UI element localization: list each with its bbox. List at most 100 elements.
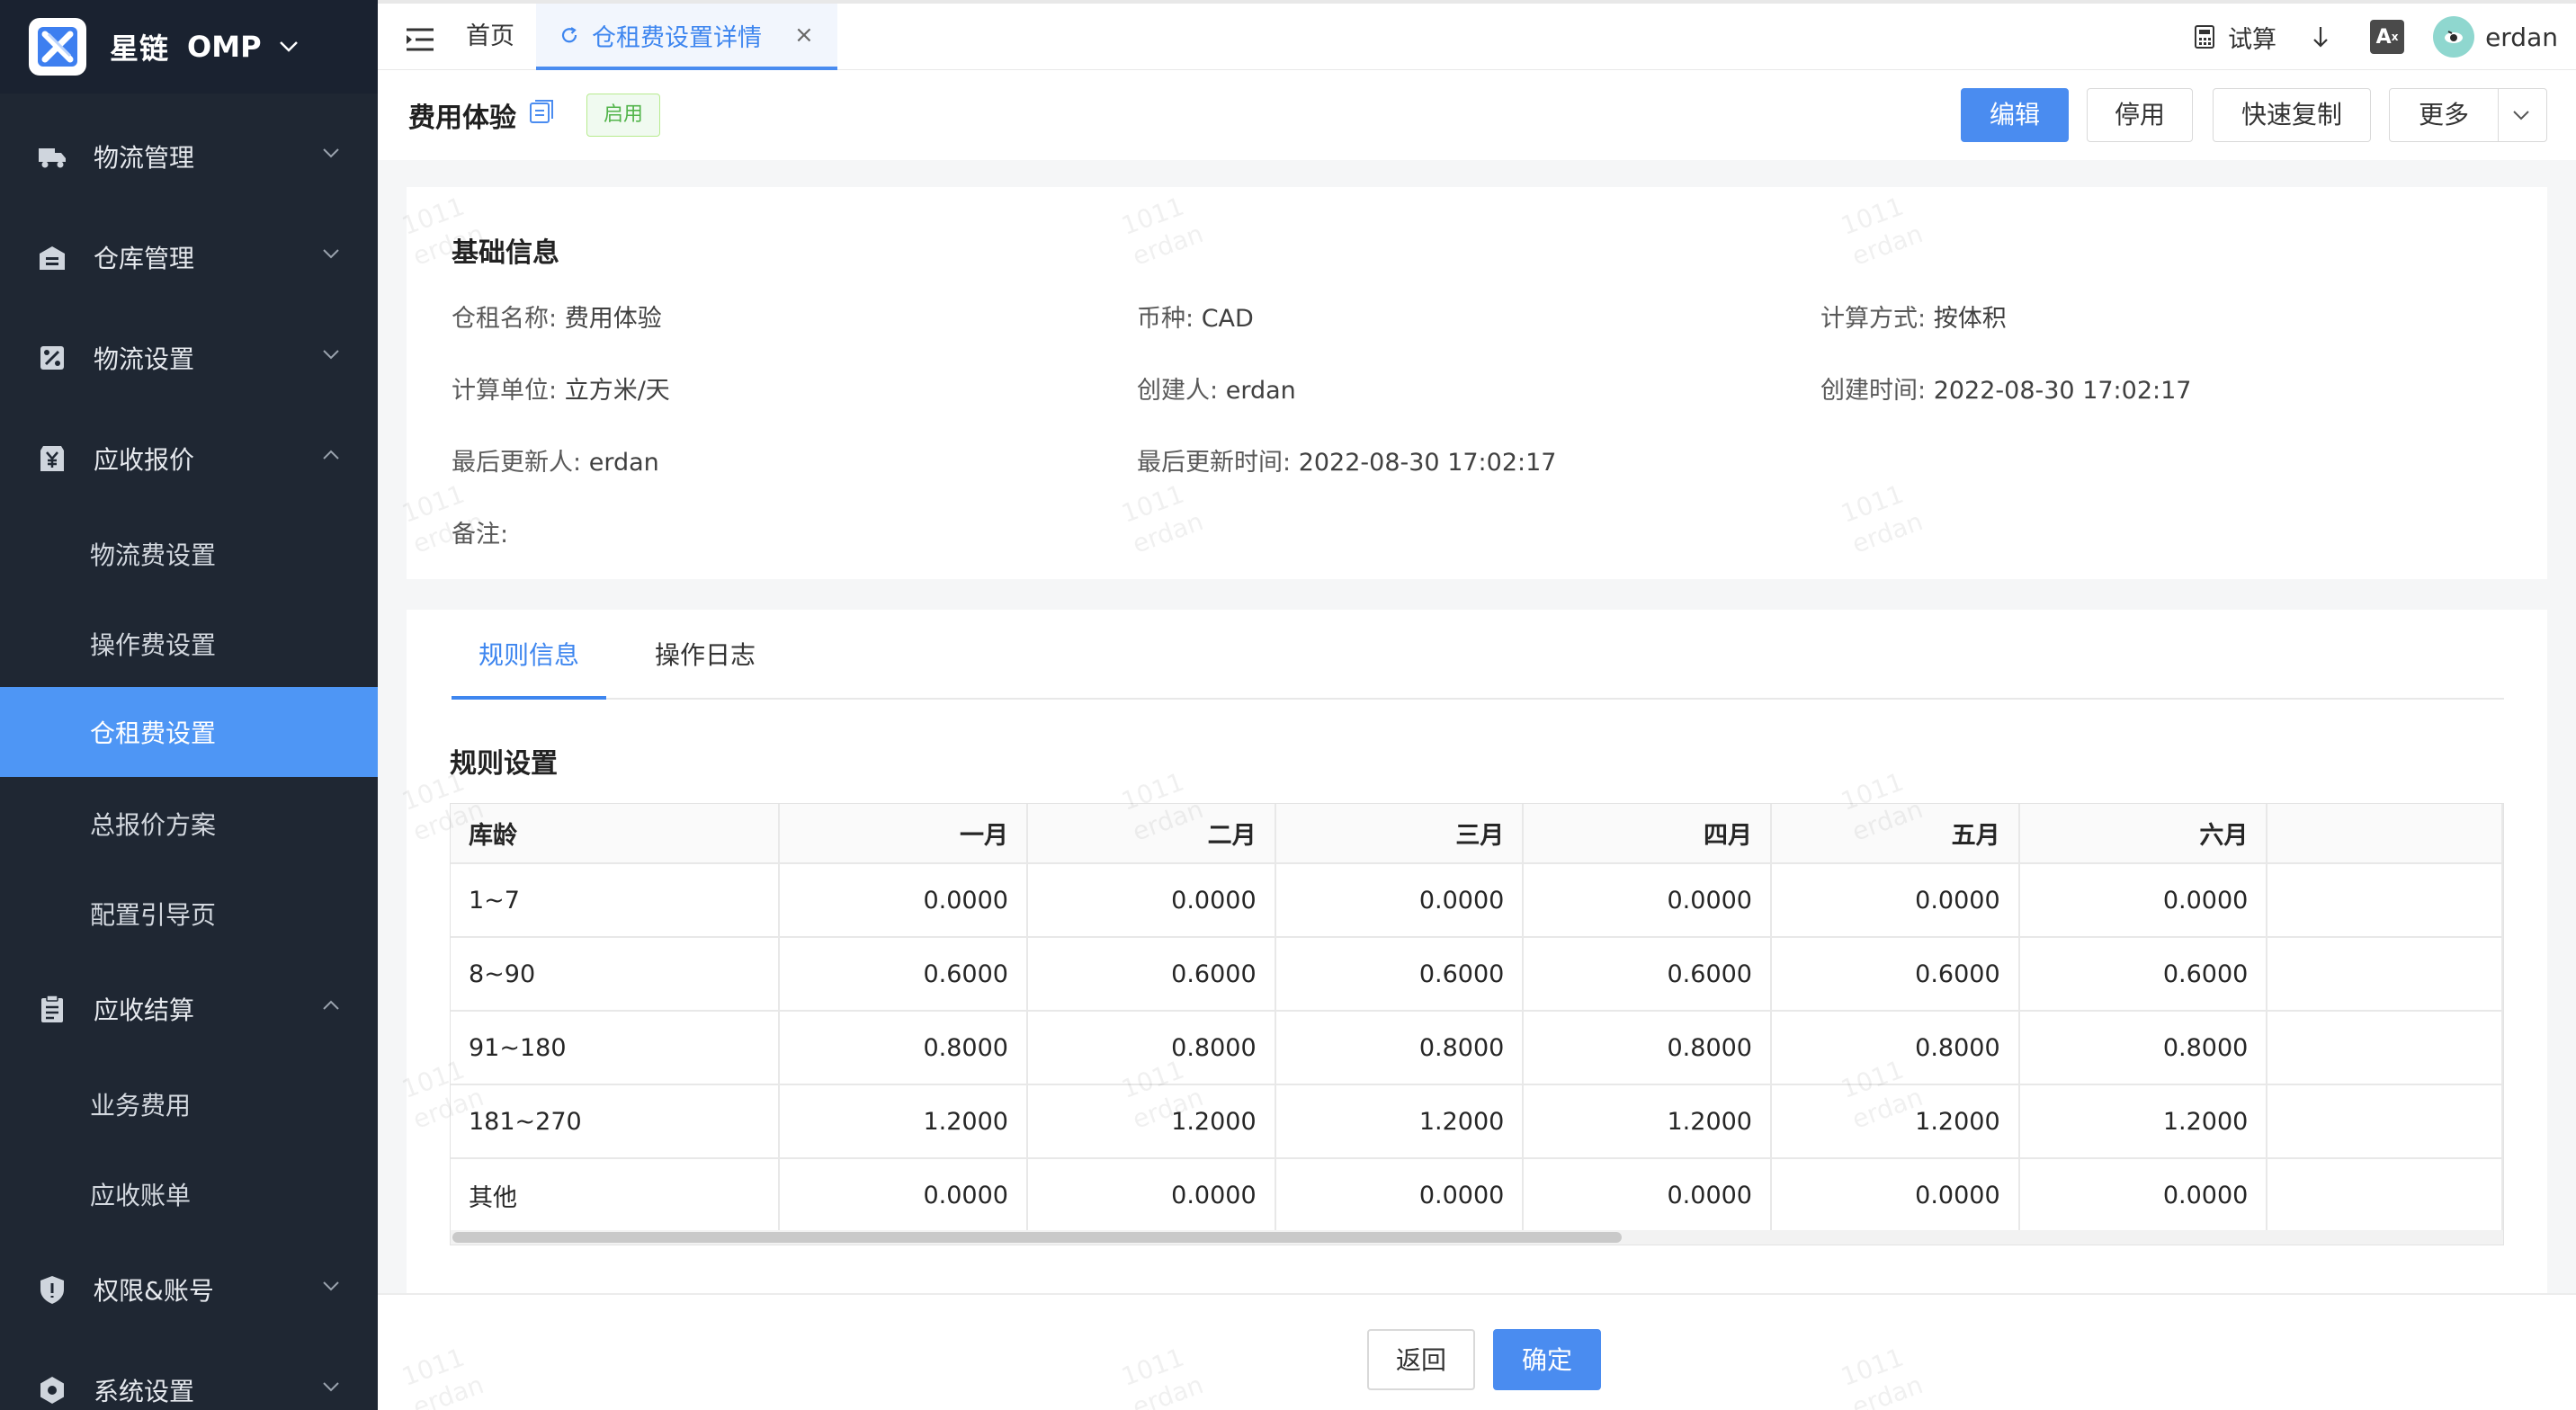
table-row: 181~270 1.2000 1.2000 1.2000 1.2000 1.20… xyxy=(451,1084,2503,1159)
download-icon[interactable] xyxy=(2311,24,2330,49)
page-header: 费用体验 启用 编辑 停用 快速复制 更多 xyxy=(378,70,2576,160)
trial-label: 试算 xyxy=(2228,25,2277,54)
tab-label: 仓租费设置详情 xyxy=(592,23,762,52)
settings-box-icon xyxy=(40,346,64,370)
column-header: 三月 xyxy=(1275,804,1525,864)
close-icon[interactable]: × xyxy=(794,22,814,49)
table-row: 8~90 0.6000 0.6000 0.6000 0.6000 0.6000 … xyxy=(451,937,2503,1012)
sidebar-item-label: 权限&账号 xyxy=(94,1276,214,1306)
rules-table-grid: 库龄 一月 二月 三月 四月 五月 六月 1~7 0.0000 0.0000 0… xyxy=(451,804,2503,1233)
sidebar-item-label: 应收账单 xyxy=(90,1181,192,1210)
sidebar-item-logistics-management[interactable]: 物流管理 xyxy=(0,112,378,201)
table-cell: 1.2000 xyxy=(1523,1084,1772,1159)
username[interactable]: erdan xyxy=(2485,22,2558,52)
menu-fold-icon[interactable] xyxy=(405,27,435,52)
confirm-button-label: 确定 xyxy=(1521,1345,1572,1375)
field-value: erdan xyxy=(1225,377,1296,405)
chevron-up-icon xyxy=(323,450,339,460)
sidebar-item-label: 操作费设置 xyxy=(90,630,217,660)
quick-copy-button[interactable]: 快速复制 xyxy=(2213,88,2371,142)
table-cell: 1.2000 xyxy=(1026,1084,1276,1159)
brand-switcher[interactable]: 星链 OMP xyxy=(0,0,378,94)
table-cell: 0.8000 xyxy=(1026,1011,1276,1085)
table-cell: 1.2000 xyxy=(1770,1084,2020,1159)
sidebar-item-label: 应收报价 xyxy=(94,445,195,475)
table-cell: 0.0000 xyxy=(1523,863,1772,938)
field-label: 币种: xyxy=(1137,305,1194,333)
confirm-button[interactable]: 确定 xyxy=(1493,1329,1601,1390)
field-value: 费用体验 xyxy=(564,305,662,333)
tab-label: 规则信息 xyxy=(478,640,579,670)
field-value: CAD xyxy=(1201,305,1254,333)
sidebar-item-logistics-settings[interactable]: 物流设置 xyxy=(0,313,378,403)
table-cell: 91~180 xyxy=(451,1011,781,1085)
field-calc-unit: 计算单位: 立方米/天 xyxy=(452,370,670,406)
sidebar-item-receivable-settlement[interactable]: 应收结算 xyxy=(0,964,378,1054)
sidebar-item-system-settings[interactable]: 系统设置 xyxy=(0,1345,378,1410)
field-value: erdan xyxy=(588,449,659,477)
sidebar-item-config-guide[interactable]: 配置引导页 xyxy=(0,869,378,959)
sidebar-item-receivable-bill[interactable]: 应收账单 xyxy=(0,1149,378,1239)
brand-product: OMP xyxy=(187,30,262,64)
calculator-icon xyxy=(2195,25,2215,49)
page-title: 费用体验 xyxy=(408,103,516,134)
table-cell: 0.0000 xyxy=(1026,863,1276,938)
back-button[interactable]: 返回 xyxy=(1367,1329,1475,1390)
tab-home[interactable]: 首页 xyxy=(466,4,514,70)
column-header: 六月 xyxy=(2018,804,2268,864)
field-value: 2022-08-30 17:02:17 xyxy=(1933,377,2192,405)
tab-operation-log[interactable]: 操作日志 xyxy=(628,611,783,700)
table-row: 1~7 0.0000 0.0000 0.0000 0.0000 0.0000 0… xyxy=(451,863,2503,938)
field-label: 创建人: xyxy=(1137,377,1219,405)
field-value: 按体积 xyxy=(1933,305,2007,333)
table-cell-overflow xyxy=(2267,1084,2503,1159)
field-storage-name: 仓租名称: 费用体验 xyxy=(452,299,662,334)
sidebar-item-quote-plan[interactable]: 总报价方案 xyxy=(0,779,378,869)
scrollbar-thumb[interactable] xyxy=(452,1232,1622,1243)
warehouse-icon xyxy=(40,246,65,270)
language-icon[interactable]: Ax xyxy=(2370,20,2405,54)
table-header-row: 库龄 一月 二月 三月 四月 五月 六月 xyxy=(451,804,2503,864)
table-cell: 0.6000 xyxy=(1523,937,1772,1012)
table-row: 91~180 0.8000 0.8000 0.8000 0.8000 0.800… xyxy=(451,1011,2503,1085)
horizontal-scrollbar[interactable] xyxy=(451,1230,2503,1245)
trial-calc-button[interactable]: 试算 xyxy=(2194,20,2276,55)
sidebar-item-warehouse-management[interactable]: 仓库管理 xyxy=(0,212,378,302)
chevron-down-icon xyxy=(323,350,339,360)
column-header: 库龄 xyxy=(451,804,781,864)
table-cell: 其他 xyxy=(451,1158,781,1233)
sidebar-item-label: 应收结算 xyxy=(94,995,195,1025)
sidebar-item-label: 业务费用 xyxy=(90,1091,192,1120)
chevron-down-icon[interactable] xyxy=(2498,89,2543,141)
table-cell: 1~7 xyxy=(451,863,781,938)
tab-label: 操作日志 xyxy=(654,640,756,670)
table-cell: 0.0000 xyxy=(2018,1158,2268,1233)
field-value: 立方米/天 xyxy=(564,377,670,405)
sidebar-item-logistics-fee[interactable]: 物流费设置 xyxy=(0,509,378,599)
avatar[interactable] xyxy=(2433,16,2475,58)
table-cell: 0.0000 xyxy=(1523,1158,1772,1233)
copy-icon[interactable] xyxy=(527,97,556,126)
table-cell: 0.8000 xyxy=(1770,1011,2020,1085)
sidebar-item-storage-fee[interactable]: 仓租费设置 xyxy=(0,687,378,777)
sidebar-item-label: 物流管理 xyxy=(94,143,195,173)
sidebar-item-permissions[interactable]: 权限&账号 xyxy=(0,1245,378,1334)
sidebar-item-receivable-quote[interactable]: 应收报价 xyxy=(0,414,378,504)
more-dropdown-button[interactable]: 更多 xyxy=(2389,88,2547,142)
tab-storage-fee-detail[interactable]: 仓租费设置详情 × xyxy=(536,4,837,70)
column-header: 四月 xyxy=(1523,804,1772,864)
disable-button[interactable]: 停用 xyxy=(2087,88,2193,142)
basic-info-panel xyxy=(407,187,2547,579)
column-header-overflow xyxy=(2267,804,2503,864)
yen-icon xyxy=(40,446,64,471)
table-cell: 0.8000 xyxy=(779,1011,1028,1085)
sidebar-item-operation-fee[interactable]: 操作费设置 xyxy=(0,599,378,689)
clipboard-icon xyxy=(41,995,63,1022)
tab-rule-info[interactable]: 规则信息 xyxy=(452,611,606,700)
table-cell: 8~90 xyxy=(451,937,781,1012)
edit-button[interactable]: 编辑 xyxy=(1961,88,2069,142)
column-header: 五月 xyxy=(1770,804,2020,864)
sidebar-item-business-fee[interactable]: 业务费用 xyxy=(0,1059,378,1149)
refresh-icon[interactable] xyxy=(559,25,579,45)
edit-button-label: 编辑 xyxy=(1989,100,2040,129)
